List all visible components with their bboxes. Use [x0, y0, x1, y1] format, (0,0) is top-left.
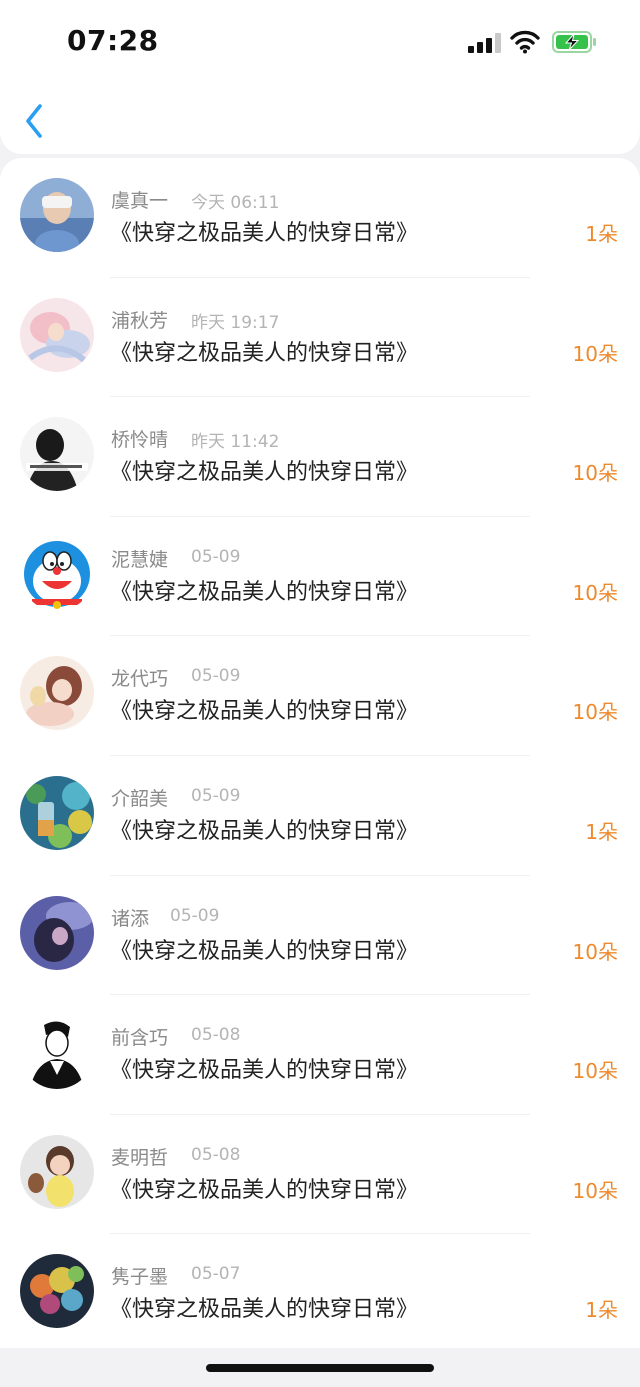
- header: 07:28: [0, 0, 640, 154]
- avatar: [20, 297, 94, 372]
- wifi-icon: [510, 30, 540, 54]
- list-item[interactable]: 泥慧婕 05-09 《快穿之极品美人的快穿日常》 10朵: [0, 517, 640, 637]
- sender-name: 龙代巧: [111, 668, 169, 691]
- book-title: 《快穿之极品美人的快穿日常》: [110, 818, 419, 844]
- send-time: 05-09: [170, 905, 220, 926]
- avatar: [20, 1254, 94, 1329]
- book-title: 《快穿之极品美人的快穿日常》: [110, 1177, 419, 1203]
- flower-amount: 10朵: [572, 580, 618, 605]
- flower-amount: 10朵: [572, 341, 618, 366]
- sender-name: 诸添: [111, 907, 150, 930]
- list-item[interactable]: 虞真一 今天 06:11 《快穿之极品美人的快穿日常》 1朵: [0, 158, 640, 278]
- send-time: 05-08: [191, 1144, 241, 1165]
- flower-amount: 1朵: [585, 1298, 618, 1323]
- flower-amount: 10朵: [572, 939, 618, 964]
- list-item[interactable]: 桥怜晴 昨天 11:42 《快穿之极品美人的快穿日常》 10朵: [0, 397, 640, 517]
- flower-amount: 1朵: [585, 819, 618, 844]
- avatar: [20, 1134, 94, 1209]
- send-time: 昨天 19:17: [191, 312, 280, 333]
- flower-amount: 10朵: [572, 700, 618, 725]
- book-title: 《快穿之极品美人的快穿日常》: [110, 938, 419, 964]
- sender-name: 泥慧婕: [111, 548, 169, 571]
- send-time: 05-09: [191, 666, 241, 687]
- screen: 07:28 虞真一 今天 06:11 《快穿之极品美人的快穿日常》 1朵 浦秋芳…: [0, 0, 640, 1387]
- cellular-signal-icon: [468, 33, 502, 53]
- avatar: [20, 178, 94, 252]
- sender-name: 介韶美: [111, 787, 169, 810]
- list-item[interactable]: 浦秋芳 昨天 19:17 《快穿之极品美人的快穿日常》 10朵: [0, 278, 640, 398]
- book-title: 《快穿之极品美人的快穿日常》: [110, 579, 419, 605]
- list-item[interactable]: 隽子墨 05-07 《快穿之极品美人的快穿日常》 1朵: [0, 1234, 640, 1348]
- send-time: 昨天 11:42: [191, 432, 280, 453]
- back-button[interactable]: [18, 100, 52, 142]
- avatar: [20, 656, 94, 731]
- avatar: [20, 1015, 94, 1090]
- avatar: [20, 895, 94, 970]
- avatar: [20, 536, 94, 611]
- list-item[interactable]: 前含巧 05-08 《快穿之极品美人的快穿日常》 10朵: [0, 995, 640, 1115]
- status-time: 07:28: [67, 24, 159, 57]
- avatar: [20, 775, 94, 850]
- send-time: 05-09: [191, 785, 241, 806]
- flower-amount: 10朵: [572, 461, 618, 486]
- book-title: 《快穿之极品美人的快穿日常》: [110, 460, 419, 486]
- gift-record-list: 虞真一 今天 06:11 《快穿之极品美人的快穿日常》 1朵 浦秋芳 昨天 19…: [0, 158, 640, 1348]
- send-time: 05-07: [191, 1264, 241, 1285]
- list-item[interactable]: 介韶美 05-09 《快穿之极品美人的快穿日常》 1朵: [0, 756, 640, 876]
- avatar: [20, 417, 94, 492]
- flower-amount: 10朵: [572, 1178, 618, 1203]
- flower-amount: 10朵: [572, 1059, 618, 1084]
- send-time: 05-09: [191, 546, 241, 567]
- sender-name: 桥怜晴: [111, 429, 169, 452]
- battery-charging-icon: [552, 31, 596, 53]
- book-title: 《快穿之极品美人的快穿日常》: [110, 221, 419, 246]
- book-title: 《快穿之极品美人的快穿日常》: [110, 340, 419, 366]
- flower-amount: 1朵: [585, 222, 618, 246]
- sender-name: 虞真一: [111, 190, 169, 212]
- list-item[interactable]: 麦明哲 05-08 《快穿之极品美人的快穿日常》 10朵: [0, 1115, 640, 1235]
- sender-name: 前含巧: [111, 1027, 169, 1050]
- book-title: 《快穿之极品美人的快穿日常》: [110, 1297, 419, 1323]
- sender-name: 麦明哲: [111, 1146, 169, 1169]
- sender-name: 隽子墨: [111, 1266, 169, 1289]
- send-time: 05-08: [191, 1025, 241, 1046]
- sender-name: 浦秋芳: [111, 309, 169, 332]
- list-item[interactable]: 诸添 05-09 《快穿之极品美人的快穿日常》 10朵: [0, 876, 640, 996]
- book-title: 《快穿之极品美人的快穿日常》: [110, 1058, 419, 1084]
- send-time: 今天 06:11: [191, 193, 280, 213]
- home-indicator[interactable]: [206, 1364, 434, 1372]
- book-title: 《快穿之极品美人的快穿日常》: [110, 699, 419, 725]
- list-item[interactable]: 龙代巧 05-09 《快穿之极品美人的快穿日常》 10朵: [0, 636, 640, 756]
